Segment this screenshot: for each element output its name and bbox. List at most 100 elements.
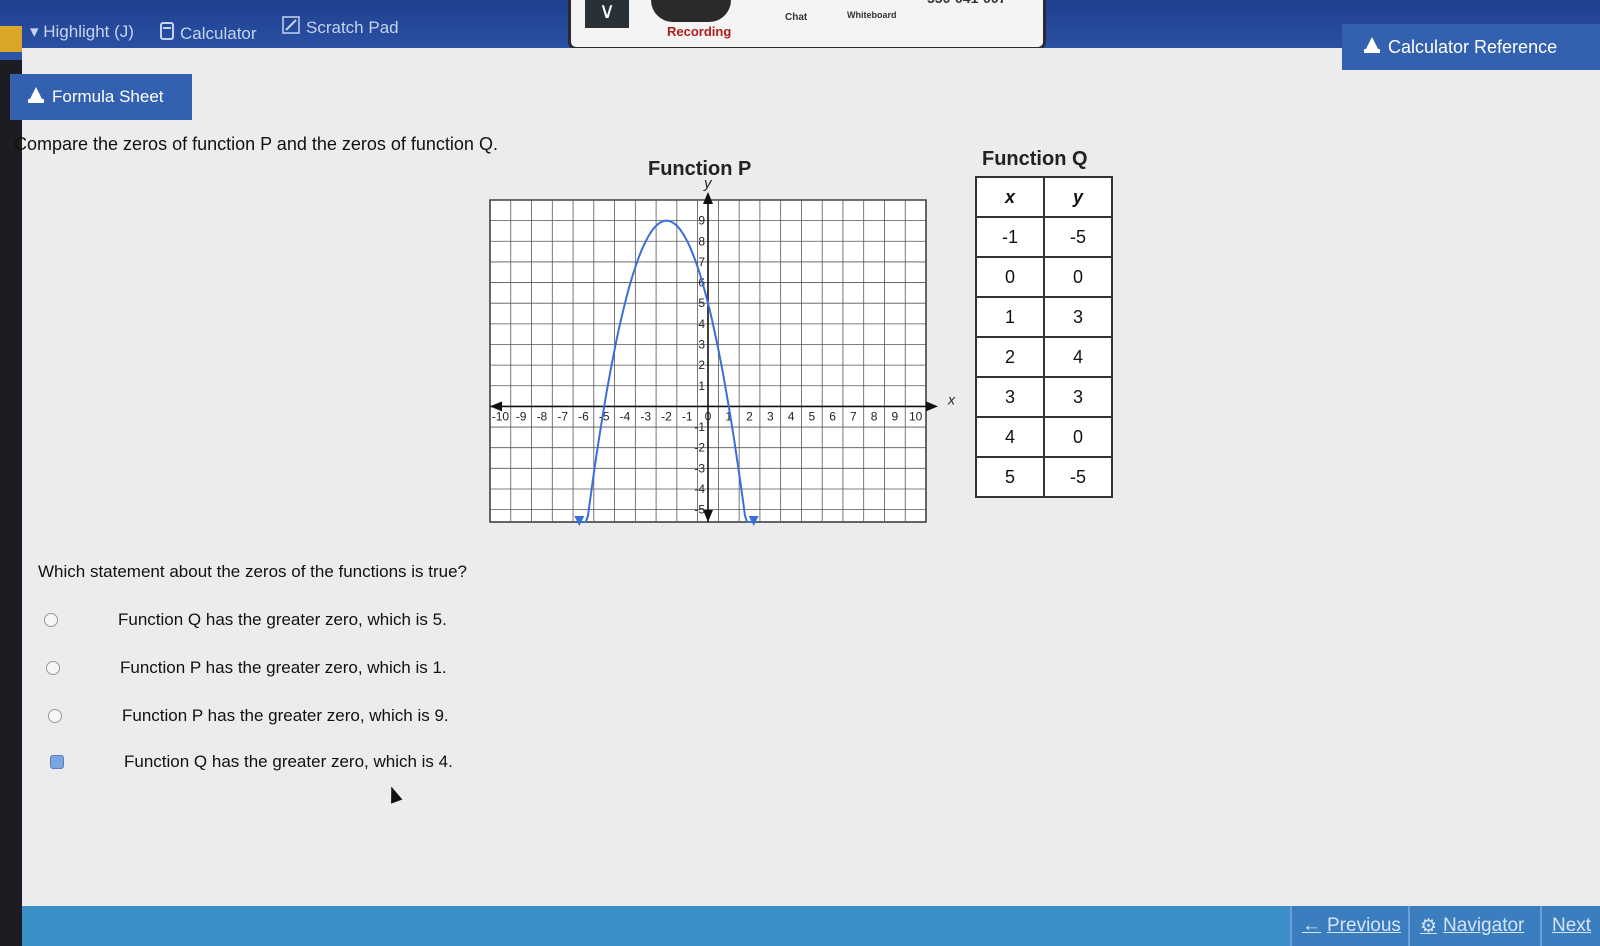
table-row: 5 -5 xyxy=(975,456,1113,498)
table-header-cell: x xyxy=(975,176,1045,218)
calculator-reference-button[interactable]: Calculator Reference xyxy=(1342,24,1600,70)
navigator-label: Navigator xyxy=(1443,915,1525,936)
y-tick-label: 5 xyxy=(698,296,705,310)
arrow-left-icon: ← xyxy=(1302,915,1321,936)
radio-button[interactable] xyxy=(50,755,64,769)
table-cell: -5 xyxy=(1043,216,1113,258)
radio-button[interactable] xyxy=(46,661,60,675)
x-tick-label: 10 xyxy=(909,409,923,423)
previous-button[interactable]: ← Previous xyxy=(1290,906,1408,946)
question-text: Which statement about the zeros of the f… xyxy=(38,562,468,581)
navigator-button[interactable]: ⚙ Navigator xyxy=(1408,906,1540,946)
app-window: ▾ Highlight (J) Calculator Scratch Pad ∨… xyxy=(0,0,1600,946)
chat-button[interactable]: Chat xyxy=(785,12,807,23)
camera-preview xyxy=(651,0,731,22)
x-tick-label: -3 xyxy=(640,409,651,423)
calculator-tool[interactable]: Calculator xyxy=(160,22,257,45)
table-cell: 4 xyxy=(975,416,1045,458)
book-icon xyxy=(1362,35,1382,60)
answer-option-label: Function P has the greater zero, which i… xyxy=(122,706,449,725)
calculator-reference-label: Calculator Reference xyxy=(1388,36,1558,57)
table-cell: 3 xyxy=(1043,296,1113,338)
function-q-title: Function Q xyxy=(982,148,1088,170)
gear-icon: ⚙ xyxy=(1420,915,1438,937)
table-row: -1 -5 xyxy=(975,216,1113,258)
x-tick-label: -2 xyxy=(661,409,672,423)
radio-button[interactable] xyxy=(44,613,58,627)
highlight-label: ▾ Highlight (J) xyxy=(30,22,134,41)
calculator-icon xyxy=(160,22,174,45)
book-icon xyxy=(26,85,46,110)
table-row: 00 xyxy=(975,256,1113,298)
table-row: 24 xyxy=(975,336,1113,378)
recording-label: Recording xyxy=(667,24,732,39)
x-axis-arrow xyxy=(926,401,938,412)
question-prompt: Compare the zeros of function P and the … xyxy=(14,134,498,154)
y-tick-label: 1 xyxy=(698,379,705,393)
x-tick-label: -4 xyxy=(620,409,631,423)
x-tick-label: 5 xyxy=(808,409,815,423)
table-row: 40 xyxy=(975,416,1113,458)
x-tick-label: 0 xyxy=(705,409,712,423)
table-row: 13 xyxy=(975,296,1113,338)
y-tick-label: 8 xyxy=(698,234,705,248)
y-tick-label: 3 xyxy=(698,337,705,351)
answer-option[interactable]: Function Q has the greater zero, which i… xyxy=(44,610,447,630)
x-tick-label: 3 xyxy=(767,409,774,423)
table-cell: 4 xyxy=(1043,336,1113,378)
y-tick-label: -2 xyxy=(694,441,705,455)
scratch-pad-tool[interactable]: Scratch Pad xyxy=(282,16,399,39)
formula-sheet-label: Formula Sheet xyxy=(52,87,164,106)
x-tick-label: 9 xyxy=(892,409,899,423)
table-cell: 1 xyxy=(975,296,1045,338)
table-cell: 5 xyxy=(975,456,1045,498)
y-tick-label: 7 xyxy=(698,255,705,269)
next-button[interactable]: Next xyxy=(1540,906,1600,946)
function-p-graph: xy-10 -9 -8 -7 -6 -5 -4 -3 -2 -1 0 1 2 3 4 5 6 7 8 9 10-5-4-… xyxy=(489,180,956,526)
y-tick-label: -3 xyxy=(694,461,705,475)
table-cell: 3 xyxy=(1043,376,1113,418)
scratch-pad-label: Scratch Pad xyxy=(306,17,399,37)
x-tick-label: -8 xyxy=(537,409,548,423)
x-tick-label: -9 xyxy=(516,409,527,423)
x-tick-label: 4 xyxy=(788,409,795,423)
formula-sheet-button[interactable]: Formula Sheet xyxy=(10,74,192,120)
table-row: 33 xyxy=(975,376,1113,418)
x-tick-label: 6 xyxy=(829,409,836,423)
highlight-tool[interactable]: ▾ Highlight (J) xyxy=(30,22,134,42)
answer-option-label: Function Q has the greater zero, which i… xyxy=(124,752,453,771)
x-tick-label: -1 xyxy=(682,409,693,423)
x-axis-label: x xyxy=(947,391,956,407)
recording-panel: ∨ Recording Chat Whiteboard 550-041-007 xyxy=(568,0,1046,50)
chevron-down-icon[interactable]: ∨ xyxy=(585,0,629,28)
y-tick-label: 4 xyxy=(698,317,705,331)
whiteboard-button[interactable]: Whiteboard xyxy=(847,10,897,20)
x-tick-label: -7 xyxy=(557,409,568,423)
answer-option[interactable]: Function P has the greater zero, which i… xyxy=(48,706,449,726)
y-axis-label: y xyxy=(703,180,713,192)
phone-number: 550-041-007 xyxy=(927,0,1006,6)
x-tick-label: 8 xyxy=(871,409,878,423)
function-p-title: Function P xyxy=(648,158,752,180)
previous-label: Previous xyxy=(1327,915,1401,936)
y-tick-label: 9 xyxy=(698,214,705,228)
answer-option[interactable]: Function Q has the greater zero, which i… xyxy=(50,752,453,772)
answer-option[interactable]: Function P has the greater zero, which i… xyxy=(46,658,447,678)
table-cell: -5 xyxy=(1043,456,1113,498)
accent-block xyxy=(0,26,22,52)
table-cell: 3 xyxy=(975,376,1045,418)
y-tick-label: -4 xyxy=(694,482,705,496)
table-cell: 0 xyxy=(975,256,1045,298)
x-tick-label: 7 xyxy=(850,409,857,423)
y-tick-label: -1 xyxy=(694,420,705,434)
pencil-icon xyxy=(282,16,300,39)
x-tick-label: -6 xyxy=(578,409,589,423)
radio-button[interactable] xyxy=(48,709,62,723)
table-cell: 2 xyxy=(975,336,1045,378)
calculator-label: Calculator xyxy=(180,23,257,43)
table-header-row: xy xyxy=(975,176,1113,218)
y-tick-label: 2 xyxy=(698,358,705,372)
table-cell: 0 xyxy=(1043,256,1113,298)
answer-option-label: Function P has the greater zero, which i… xyxy=(120,658,447,677)
next-label: Next xyxy=(1552,915,1592,936)
